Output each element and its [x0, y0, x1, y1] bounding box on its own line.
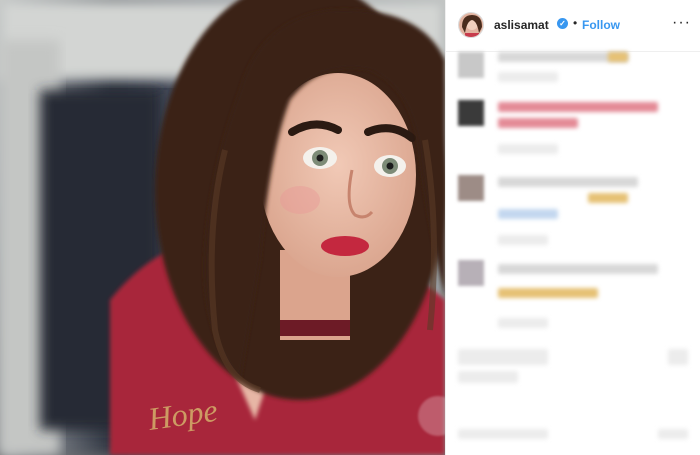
comment-input-obscured[interactable] [458, 425, 688, 445]
avatar-image [459, 13, 483, 37]
action-icons-obscured [458, 349, 548, 365]
profile-avatar[interactable] [458, 12, 484, 38]
add-comment-obscured [458, 429, 548, 439]
action-bar-obscured [458, 345, 688, 405]
comment-avatar [458, 100, 484, 126]
post-button-obscured [658, 429, 688, 439]
comment-emoji-obscured [588, 193, 628, 203]
comment-meta-obscured [498, 72, 558, 82]
portrait-image: Hope [0, 0, 445, 455]
comment-avatar [458, 175, 484, 201]
comment-text-obscured [498, 177, 638, 187]
header-separator: • [573, 16, 578, 30]
comment-meta-obscured [498, 144, 558, 154]
comment-item [458, 100, 688, 160]
comment-text-obscured [498, 264, 658, 274]
comment-item [458, 260, 688, 335]
follow-button[interactable]: Follow [582, 18, 620, 32]
likes-count-obscured [458, 371, 518, 383]
post-side-panel: aslisamat ✓ • Follow ··· [445, 0, 700, 455]
comment-item [458, 52, 688, 82]
post-photo[interactable]: Hope [0, 0, 445, 455]
comment-text-obscured [498, 102, 658, 112]
comment-avatar [458, 52, 484, 78]
verified-check-icon: ✓ [557, 18, 568, 29]
username-link[interactable]: aslisamat [494, 18, 549, 32]
comment-item [458, 175, 688, 250]
comment-text-obscured [498, 118, 578, 128]
comment-mention-obscured [498, 209, 558, 219]
comment-meta-obscured [498, 235, 548, 245]
post-header: aslisamat ✓ • Follow ··· [446, 0, 700, 52]
comment-emoji-obscured [498, 288, 598, 298]
instagram-post: Hope aslisamat ✓ • Follow ··· [0, 0, 700, 455]
bookmark-obscured [668, 349, 688, 365]
comment-emoji-obscured [608, 52, 628, 62]
comment-avatar [458, 260, 484, 286]
comment-meta-obscured [498, 318, 548, 328]
more-options-icon[interactable]: ··· [672, 14, 691, 32]
